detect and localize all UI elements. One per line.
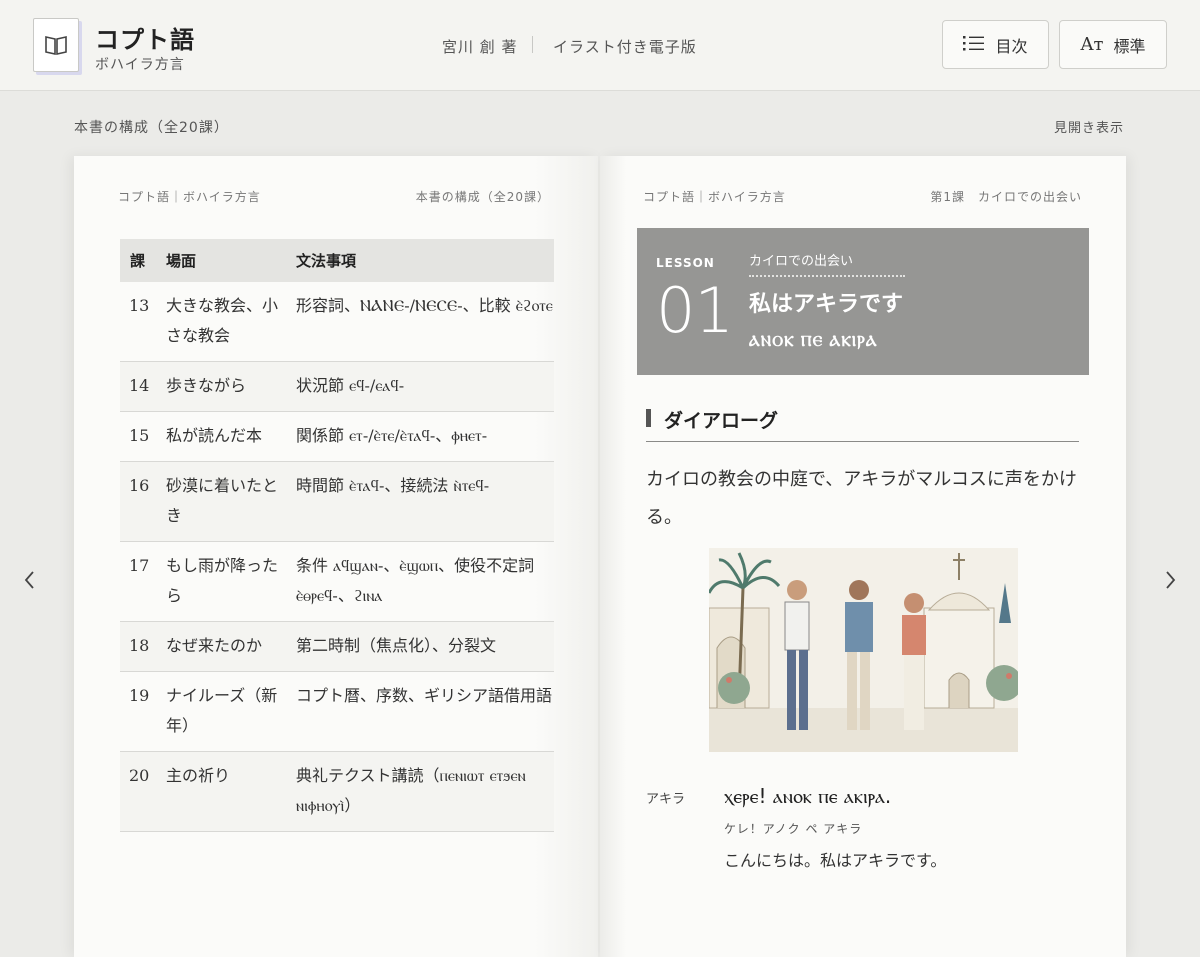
next-page-button[interactable] bbox=[1160, 566, 1180, 594]
lesson-table: 課 場面 文法事項 13 大きな教会、小さな教会 形容詞、ⲚⲀⲚⲈ-/ⲚⲈⲤⲈ-… bbox=[120, 239, 554, 832]
lesson-coptic-title: ⲀⲚⲞⲔ ⲠⲈ ⲀⲔⲒⲢⲀ bbox=[749, 332, 878, 350]
lesson-grammar: 条件 ⲁϥϣⲁⲛ-、ⲉ̀ϣⲱⲡ、使役不定詞 ⲉ̀ⲑⲣⲉϥ-、ϩⲓⲛⲁ bbox=[286, 541, 554, 622]
lesson-grammar: 状況節 ⲉϥ-/ⲉⲁϥ- bbox=[286, 361, 554, 412]
lesson-number: 17 bbox=[120, 541, 156, 622]
column-header-scene: 場面 bbox=[156, 239, 286, 282]
spread-view-toggle[interactable]: 見開き表示 bbox=[1054, 117, 1124, 136]
book-title: コプト語 bbox=[95, 26, 195, 54]
structure-label: 本書の構成（全20課） bbox=[74, 120, 229, 136]
lesson-number: 15 bbox=[120, 411, 156, 462]
lesson-scene: もし雨が降ったら bbox=[156, 541, 286, 622]
table-header-row: 課 場面 文法事項 bbox=[120, 239, 554, 282]
running-head-left: コプト語｜ボハイラ方言 bbox=[118, 190, 261, 204]
lesson-grammar: 形容詞、ⲚⲀⲚⲈ-/ⲚⲈⲤⲈ-、比較 ⲉ̀ϩⲟⲧⲉ bbox=[286, 282, 554, 362]
table-row: 15 私が読んだ本 関係節 ⲉⲧ-/ⲉ̀ⲧⲉ/ⲉ̀ⲧⲁϥ-、ⲫⲏⲉⲧ- bbox=[120, 411, 554, 462]
lesson-number: 18 bbox=[120, 621, 156, 672]
table-row: 13 大きな教会、小さな教会 形容詞、ⲚⲀⲚⲈ-/ⲚⲈⲤⲈ-、比較 ⲉ̀ϩⲟⲧⲉ bbox=[120, 282, 554, 362]
lesson-number: 01 bbox=[656, 274, 734, 347]
header-divider bbox=[532, 36, 533, 53]
toc-button-label: 目次 bbox=[995, 36, 1028, 56]
speaker-name: アキラ bbox=[646, 792, 686, 807]
section-title: ダイアローグ bbox=[664, 410, 779, 432]
table-row: 16 砂漠に着いたとき 時間節 ⲉ̀ⲧⲁϥ-、接続法 ⲛ̀ⲧⲉϥ- bbox=[120, 461, 554, 542]
list-icon bbox=[963, 35, 985, 55]
table-row: 20 主の祈り 典礼テクスト講読（ⲡⲉⲛⲓⲱⲧ ⲉⲧϧⲉⲛ ⲛⲓⲫⲏⲟⲩⲓ̀） bbox=[120, 751, 554, 832]
lesson-grammar: 関係節 ⲉⲧ-/ⲉ̀ⲧⲉ/ⲉ̀ⲧⲁϥ-、ⲫⲏⲉⲧ- bbox=[286, 411, 554, 462]
lesson-scene: 主の祈り bbox=[156, 751, 286, 832]
table-row: 17 もし雨が降ったら 条件 ⲁϥϣⲁⲛ-、ⲉ̀ϣⲱⲡ、使役不定詞 ⲉ̀ⲑⲣⲉϥ… bbox=[120, 541, 554, 622]
book-subtitle: ボハイラ方言 bbox=[95, 57, 185, 73]
illustration bbox=[709, 548, 1018, 752]
table-row: 19 ナイルーズ（新年） コプト暦、序数、ギリシア語借用語 bbox=[120, 671, 554, 752]
running-head-right: 本書の構成（全20課） bbox=[415, 190, 550, 204]
font-size-button[interactable]: Aт 標準 bbox=[1059, 20, 1167, 69]
lesson-grammar: 時間節 ⲉ̀ⲧⲁϥ-、接続法 ⲛ̀ⲧⲉϥ- bbox=[286, 461, 554, 542]
lesson-grammar: コプト暦、序数、ギリシア語借用語 bbox=[286, 671, 554, 752]
lesson-kicker: カイロでの出会い bbox=[749, 250, 905, 277]
lesson-number: 19 bbox=[120, 671, 156, 752]
top-bar: コプト語 ボハイラ方言 宮川 創 著 イラスト付き電子版 目次 Aт 標準 bbox=[0, 0, 1200, 91]
book-icon bbox=[33, 18, 79, 72]
lesson-label: LESSON bbox=[656, 256, 715, 270]
column-header-grammar: 文法事項 bbox=[286, 239, 554, 282]
lesson-number: 13 bbox=[120, 282, 156, 362]
lesson-scene: 歩きながら bbox=[156, 361, 286, 412]
previous-page-button[interactable] bbox=[20, 566, 40, 594]
reading-guide: ケレ！アノク ペ アキラ bbox=[724, 822, 863, 836]
toc-button[interactable]: 目次 bbox=[942, 20, 1049, 69]
running-head-right: 第1課 カイロでの出会い bbox=[930, 190, 1082, 204]
lesson-number: 20 bbox=[120, 751, 156, 832]
section-marker bbox=[646, 409, 651, 427]
lesson-scene: 砂漠に着いたとき bbox=[156, 461, 286, 542]
lesson-number: 14 bbox=[120, 361, 156, 412]
lesson-title: 私はアキラです bbox=[749, 292, 904, 317]
chevron-right-icon bbox=[1166, 571, 1176, 589]
lesson-scene: なぜ来たのか bbox=[156, 621, 286, 672]
section-heading: ダイアローグ bbox=[646, 406, 1079, 442]
right-page: コプト語｜ボハイラ方言 第1課 カイロでの出会い LESSON 01 カイロでの… bbox=[600, 156, 1126, 957]
table-row: 18 なぜ来たのか 第二時制（焦点化）、分裂文 bbox=[120, 621, 554, 672]
lesson-number: 16 bbox=[120, 461, 156, 542]
lesson-grammar: 典礼テクスト講読（ⲡⲉⲛⲓⲱⲧ ⲉⲧϧⲉⲛ ⲛⲓⲫⲏⲟⲩⲓ̀） bbox=[286, 751, 554, 832]
left-page: コプト語｜ボハイラ方言 本書の構成（全20課） 課 場面 文法事項 13 大きな… bbox=[74, 156, 598, 957]
table-row: 14 歩きながら 状況節 ⲉϥ-/ⲉⲁϥ- bbox=[120, 361, 554, 412]
chevron-left-icon bbox=[24, 571, 34, 589]
author: 宮川 創 著 bbox=[442, 38, 518, 56]
lesson-scene: ナイルーズ（新年） bbox=[156, 671, 286, 752]
font-size-button-label: 標準 bbox=[1113, 36, 1146, 56]
lesson-scene: 私が読んだ本 bbox=[156, 411, 286, 462]
font-size-icon: Aт bbox=[1080, 34, 1104, 55]
lesson-scene: 大きな教会、小さな教会 bbox=[156, 282, 286, 362]
translation: こんにちは。私はアキラです。 bbox=[724, 851, 947, 870]
column-header-lesson: 課 bbox=[120, 239, 156, 282]
lesson-grammar: 第二時制（焦点化）、分裂文 bbox=[286, 621, 554, 672]
lesson-banner: LESSON 01 カイロでの出会い 私はアキラです ⲀⲚⲞⲔ ⲠⲈ ⲀⲔⲒⲢⲀ bbox=[637, 228, 1089, 375]
scene-intro: カイロの教会の中庭で、アキラがマルコスに声をかける。 bbox=[646, 469, 1077, 528]
running-head-left: コプト語｜ボハイラ方言 bbox=[643, 190, 786, 204]
coptic-line: ⲭⲉⲣⲉ! ⲁⲛⲟⲕ ⲡⲉ ⲁⲕⲓⲣⲁ. bbox=[724, 784, 892, 808]
edition: イラスト付き電子版 bbox=[553, 38, 697, 56]
